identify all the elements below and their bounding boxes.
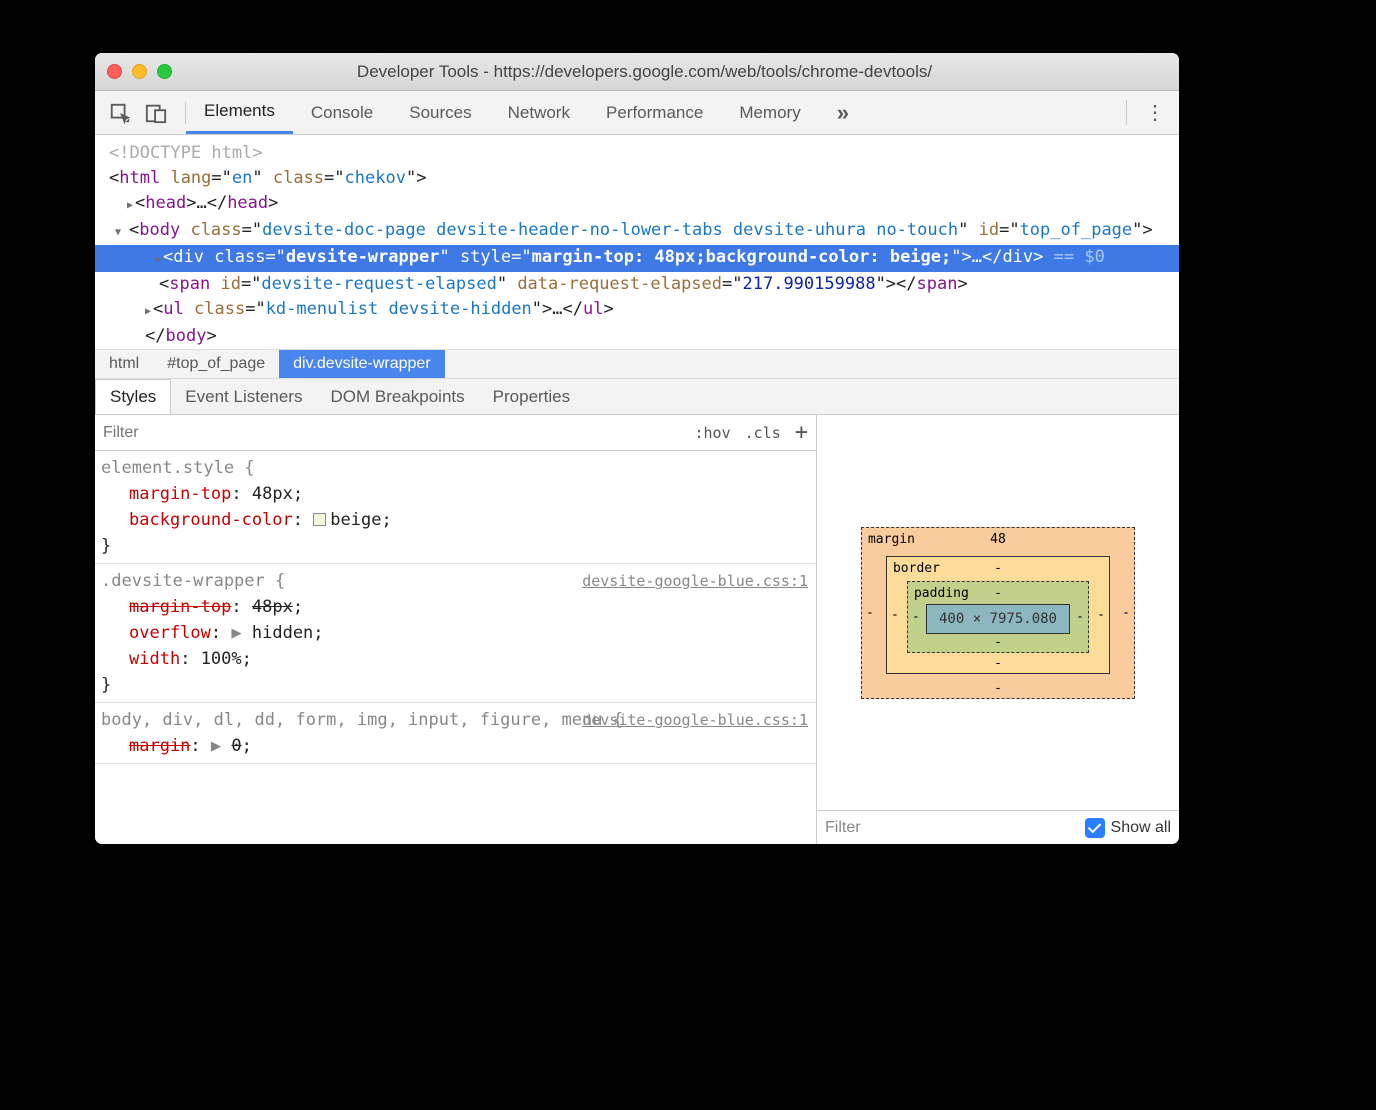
new-style-rule-icon[interactable]: +: [795, 420, 808, 445]
window-titlebar[interactable]: Developer Tools - https://developers.goo…: [95, 53, 1179, 91]
close-button[interactable]: [107, 64, 122, 79]
hov-toggle[interactable]: :hov: [695, 424, 731, 442]
devtools-window: Developer Tools - https://developers.goo…: [95, 53, 1179, 844]
dom-span[interactable]: <span id="devsite-request-elapsed" data-…: [109, 272, 1179, 297]
stylesheet-source[interactable]: devsite-google-blue.css:1: [582, 707, 808, 733]
breadcrumb-top[interactable]: #top_of_page: [153, 350, 279, 378]
dom-body-close[interactable]: </body>: [109, 324, 1179, 349]
css-property[interactable]: margin-top: 48px;: [101, 481, 808, 507]
box-model[interactable]: margin 48 - - - border - - - - padding: [817, 415, 1179, 810]
dom-body-open[interactable]: <body class="devsite-doc-page devsite-he…: [121, 218, 1179, 245]
more-tabs-icon[interactable]: »: [819, 91, 867, 134]
panel-tabs: Elements Console Sources Network Perform…: [186, 91, 867, 134]
styles-left: :hov .cls + element.style {margin-top: 4…: [95, 415, 817, 844]
tab-performance[interactable]: Performance: [588, 91, 721, 134]
stylesheet-source[interactable]: devsite-google-blue.css:1: [582, 568, 808, 594]
devtools-toolbar: Elements Console Sources Network Perform…: [95, 91, 1179, 135]
margin-top-value[interactable]: 48: [990, 532, 1006, 547]
css-property[interactable]: margin-top: 48px;: [101, 594, 808, 620]
css-selector[interactable]: element.style {: [101, 455, 808, 481]
dom-doctype[interactable]: <!DOCTYPE html>: [109, 141, 1179, 166]
style-rules[interactable]: element.style {margin-top: 48px;backgrou…: [95, 451, 816, 764]
bm-padding[interactable]: padding - - - - 400 × 7975.080: [907, 581, 1089, 653]
fullscreen-button[interactable]: [157, 64, 172, 79]
css-property[interactable]: background-color: beige;: [101, 507, 808, 533]
dom-breadcrumb: html #top_of_page div.devsite-wrapper: [95, 349, 1179, 379]
toolbar-right: ⋮: [1126, 100, 1165, 125]
breadcrumb-html[interactable]: html: [95, 350, 153, 378]
subtab-properties[interactable]: Properties: [479, 379, 584, 414]
device-toggle-icon[interactable]: [145, 102, 167, 124]
subtab-dom-breakpoints[interactable]: DOM Breakpoints: [316, 379, 478, 414]
dom-head[interactable]: <head>…</head>: [109, 191, 1179, 218]
inspect-element-icon[interactable]: [109, 102, 131, 124]
breadcrumb-selected[interactable]: div.devsite-wrapper: [279, 350, 445, 378]
styles-pane: :hov .cls + element.style {margin-top: 4…: [95, 415, 1179, 844]
styles-subtabs: Styles Event Listeners DOM Breakpoints P…: [95, 379, 1179, 415]
tab-memory[interactable]: Memory: [721, 91, 818, 134]
computed-sidebar: margin 48 - - - border - - - - padding: [817, 415, 1179, 844]
styles-filter-bar: :hov .cls +: [95, 415, 816, 451]
dom-html[interactable]: <html lang="en" class="chekov">: [109, 166, 1179, 191]
tab-sources[interactable]: Sources: [391, 91, 489, 134]
show-all-checkbox[interactable]: Show all: [1085, 818, 1171, 838]
subtab-styles[interactable]: Styles: [95, 379, 171, 414]
cls-toggle[interactable]: .cls: [745, 424, 781, 442]
computed-filter-label[interactable]: Filter: [825, 819, 861, 837]
checkbox-icon: [1085, 818, 1105, 838]
css-property[interactable]: width: 100%;: [101, 646, 808, 672]
window-title: Developer Tools - https://developers.goo…: [182, 62, 1167, 82]
css-property[interactable]: overflow: ▶ hidden;: [101, 620, 808, 646]
css-property[interactable]: margin: ▶ 0;: [101, 733, 808, 759]
bm-content[interactable]: 400 × 7975.080: [926, 604, 1070, 634]
computed-filter-bar: Filter Show all: [817, 810, 1179, 844]
bm-border[interactable]: border - - - - padding - - - - 40: [886, 556, 1110, 674]
tab-network[interactable]: Network: [490, 91, 588, 134]
subtab-event-listeners[interactable]: Event Listeners: [171, 379, 316, 414]
styles-filter-input[interactable]: [103, 424, 695, 442]
dom-ul[interactable]: <ul class="kd-menulist devsite-hidden">……: [109, 297, 1179, 324]
dom-tree[interactable]: <!DOCTYPE html> <html lang="en" class="c…: [95, 135, 1179, 349]
tab-elements[interactable]: Elements: [186, 91, 293, 134]
dom-selected-row[interactable]: <div class="devsite-wrapper" style="marg…: [95, 245, 1179, 272]
tab-console[interactable]: Console: [293, 91, 391, 134]
kebab-menu-icon[interactable]: ⋮: [1145, 100, 1165, 125]
bm-margin[interactable]: margin 48 - - - border - - - - padding: [861, 527, 1135, 699]
color-swatch-icon[interactable]: [313, 513, 326, 526]
minimize-button[interactable]: [132, 64, 147, 79]
traffic-lights: [107, 64, 172, 79]
